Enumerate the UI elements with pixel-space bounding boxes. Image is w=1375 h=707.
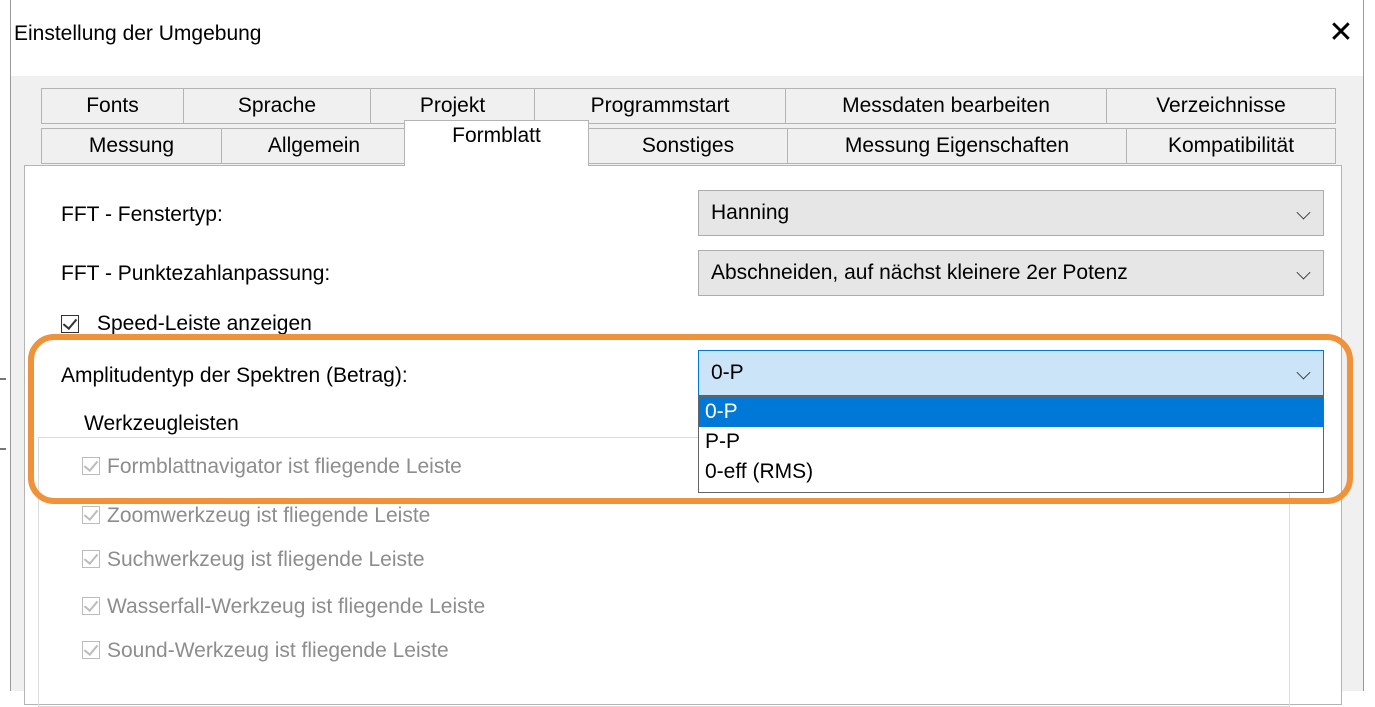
tab-verzeichnisse[interactable]: Verzeichnisse <box>1106 88 1336 124</box>
dropdown-option[interactable]: 0-eff (RMS) <box>699 457 1323 487</box>
chevron-down-icon <box>1296 365 1311 380</box>
checkmark-icon <box>83 549 99 566</box>
dropdown-option[interactable]: 0-P <box>699 397 1323 427</box>
dialog-title: Einstellung der Umgebung <box>14 22 262 45</box>
toolbar-checkbox[interactable] <box>82 456 100 475</box>
amplitude-select[interactable]: 0-P <box>698 350 1324 396</box>
tab-messung[interactable]: Messung <box>41 128 222 164</box>
checkmark-icon <box>62 314 78 331</box>
speed-bar-label: Speed-Leiste anzeigen <box>97 312 312 335</box>
close-icon[interactable]: ✕ <box>1323 18 1359 50</box>
tab-sonstiges[interactable]: Sonstiges <box>588 128 788 164</box>
tab-allgemein[interactable]: Allgemein <box>221 128 407 164</box>
chevron-down-icon <box>1296 265 1311 280</box>
tab-programmstart[interactable]: Programmstart <box>534 88 786 124</box>
fft-window-select[interactable]: Hanning <box>698 190 1324 236</box>
fft-points-select[interactable]: Abschneiden, auf nächst kleinere 2er Pot… <box>698 250 1324 296</box>
speed-bar-checkbox[interactable] <box>61 314 79 333</box>
toolbar-item-label: Formblattnavigator ist fliegende Leiste <box>107 455 462 478</box>
amplitude-value: 0-P <box>711 361 744 384</box>
fft-window-label: FFT - Fenstertyp: <box>61 203 223 226</box>
tab-messdaten-bearbeiten[interactable]: Messdaten bearbeiten <box>785 88 1107 124</box>
tab-kompatibilitaet[interactable]: Kompatibilität <box>1126 128 1336 164</box>
checkmark-icon <box>83 505 99 522</box>
tab-projekt[interactable]: Projekt <box>370 88 535 124</box>
toolbar-checkbox[interactable] <box>82 549 100 568</box>
toolbar-item-label: Wasserfall-Werkzeug ist fliegende Leiste <box>107 595 486 618</box>
checkmark-icon <box>83 640 99 657</box>
tab-formblatt[interactable]: Formblatt <box>404 120 589 166</box>
checkmark-icon <box>83 596 99 613</box>
tab-messung-eigenschaften[interactable]: Messung Eigenschaften <box>787 128 1127 164</box>
toolbar-checkbox[interactable] <box>82 505 100 524</box>
toolbar-item-label: Suchwerkzeug ist fliegende Leiste <box>107 548 425 571</box>
amplitude-dropdown-list: 0-P P-P 0-eff (RMS) <box>698 396 1324 493</box>
toolbar-checkbox[interactable] <box>82 640 100 659</box>
edge-mark <box>0 448 6 450</box>
amplitude-label: Amplitudentyp der Spektren (Betrag): <box>61 364 408 387</box>
title-bar: Einstellung der Umgebung ✕ <box>11 0 1363 76</box>
toolbar-checkbox[interactable] <box>82 596 100 615</box>
checkmark-icon <box>83 456 99 473</box>
dropdown-option[interactable]: P-P <box>699 427 1323 457</box>
toolbars-group-label: Werkzeugleisten <box>76 412 247 436</box>
fft-points-value: Abschneiden, auf nächst kleinere 2er Pot… <box>711 261 1128 284</box>
fft-points-label: FFT - Punktezahlanpassung: <box>61 262 331 285</box>
edge-mark <box>0 378 6 380</box>
toolbar-item-label: Zoomwerkzeug ist fliegende Leiste <box>107 504 431 527</box>
chevron-down-icon <box>1296 205 1311 220</box>
tab-sprache[interactable]: Sprache <box>183 88 371 124</box>
tab-fonts[interactable]: Fonts <box>41 88 184 124</box>
toolbar-item-label: Sound-Werkzeug ist fliegende Leiste <box>107 639 449 662</box>
fft-window-value: Hanning <box>711 201 790 224</box>
